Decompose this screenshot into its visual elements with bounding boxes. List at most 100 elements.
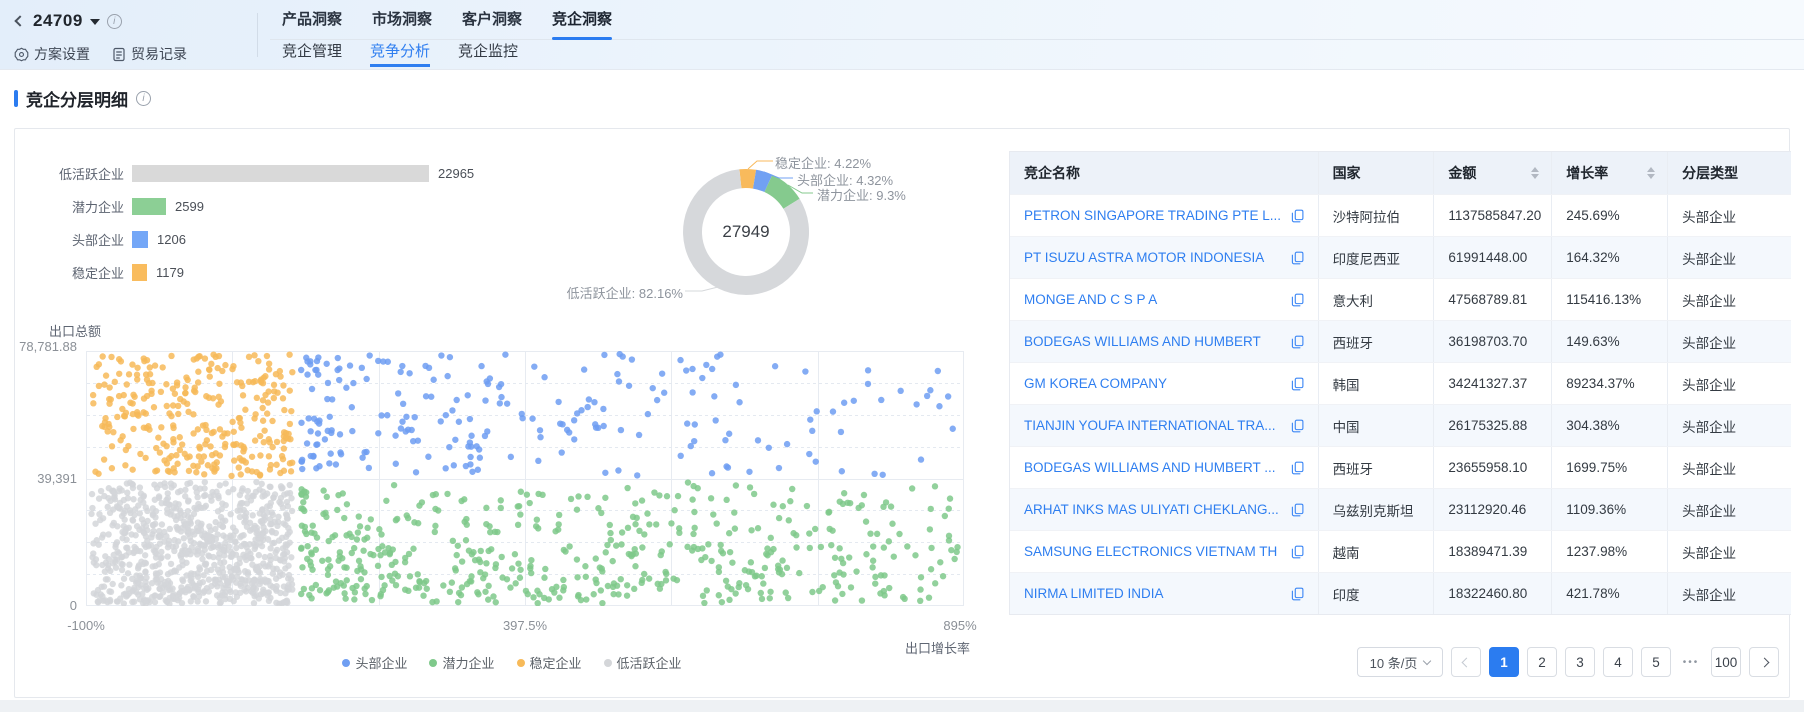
copy-icon[interactable]: [1291, 419, 1304, 433]
amount-text: 26175325.88: [1448, 418, 1527, 433]
cell-company: NIRMA LIMITED INDIA: [1010, 573, 1319, 614]
company-link[interactable]: TIANJIN YOUFA INTERNATIONAL TRA...: [1024, 418, 1285, 433]
plan-title[interactable]: 24709: [33, 11, 83, 31]
copy-icon[interactable]: [1291, 335, 1304, 349]
country-text: 沙特阿拉伯: [1333, 206, 1401, 226]
cell-company: TIANJIN YOUFA INTERNATIONAL TRA...: [1010, 405, 1319, 446]
amount-text: 18322460.80: [1448, 586, 1527, 601]
legend-头部企业[interactable]: 头部企业: [342, 653, 407, 672]
country-text: 乌兹别克斯坦: [1333, 500, 1414, 520]
donut-total: 27949: [696, 222, 796, 242]
back-icon[interactable]: [14, 15, 25, 26]
page-button-5[interactable]: 5: [1641, 647, 1671, 677]
page-size-select[interactable]: 10 条/页: [1357, 647, 1443, 677]
main-tab-竞企洞察[interactable]: 竞企洞察: [552, 0, 612, 40]
page-button-3[interactable]: 3: [1565, 647, 1595, 677]
donut-label-potential: 潜力企业: 9.3%: [817, 185, 906, 204]
next-page-button[interactable]: [1749, 647, 1779, 677]
x-tick-max: 895%: [930, 618, 990, 633]
y-tick-zero: 0: [19, 598, 77, 613]
company-link[interactable]: GM KOREA COMPANY: [1024, 376, 1285, 391]
legend-低活跃企业[interactable]: 低活跃企业: [604, 653, 682, 672]
table-row: TIANJIN YOUFA INTERNATIONAL TRA... 中国 2617…: [1010, 404, 1791, 446]
main-tab-产品洞察[interactable]: 产品洞察: [282, 0, 342, 40]
bar-track: 2599: [132, 198, 204, 215]
sub-tab-竞企监控[interactable]: 竞企监控: [458, 41, 518, 67]
copy-icon[interactable]: [1291, 377, 1304, 391]
page-title: 竞企分层明细: [26, 86, 128, 111]
page-button-4[interactable]: 4: [1603, 647, 1633, 677]
prev-page-button[interactable]: [1451, 647, 1481, 677]
cell-growth: 164.32%: [1552, 237, 1668, 278]
copy-icon[interactable]: [1291, 293, 1304, 307]
page-size-label: 10 条/页: [1370, 653, 1418, 672]
amount-text: 1137585847.20: [1448, 208, 1541, 223]
company-link[interactable]: ARHAT INKS MAS ULIYATI CHEKLANG...: [1024, 502, 1285, 517]
bar-row-低活跃企业: 低活跃企业22965: [29, 157, 499, 190]
company-link[interactable]: NIRMA LIMITED INDIA: [1024, 586, 1285, 601]
sub-tab-竞争分析[interactable]: 竞争分析: [370, 41, 430, 67]
sort-amount-icon[interactable]: [1531, 167, 1539, 179]
cell-company: BODEGAS WILLIAMS AND HUMBERT: [1010, 321, 1319, 362]
cell-growth: 149.63%: [1552, 321, 1668, 362]
copy-icon[interactable]: [1291, 503, 1304, 517]
page-button-2[interactable]: 2: [1527, 647, 1557, 677]
chevron-right-icon: [1759, 657, 1769, 667]
type-text: 头部企业: [1682, 290, 1736, 310]
legend-潜力企业[interactable]: 潜力企业: [429, 653, 494, 672]
country-text: 韩国: [1333, 374, 1360, 394]
cell-country: 中国: [1319, 405, 1435, 446]
company-link[interactable]: MONGE AND C S P A: [1024, 292, 1285, 307]
sort-growth-icon[interactable]: [1647, 167, 1655, 179]
copy-icon[interactable]: [1291, 251, 1304, 265]
page-button-1[interactable]: 1: [1489, 647, 1519, 677]
copy-icon[interactable]: [1291, 209, 1304, 223]
chevron-left-icon: [1461, 657, 1471, 667]
charts-panel: 低活跃企业22965潜力企业2599头部企业1206稳定企业1179 稳定企业:…: [15, 129, 1009, 697]
cell-growth: 115416.13%: [1552, 279, 1668, 320]
copy-icon[interactable]: [1291, 587, 1304, 601]
bar-category-label: 稳定企业: [29, 263, 124, 282]
competitor-layer-card: 低活跃企业22965潜力企业2599头部企业1206稳定企业1179 稳定企业:…: [14, 128, 1790, 698]
cell-amount: 18389471.39: [1434, 531, 1552, 572]
gear-icon: [14, 47, 29, 62]
copy-icon[interactable]: [1291, 461, 1304, 475]
company-link[interactable]: PT ISUZU ASTRA MOTOR INDONESIA: [1024, 250, 1285, 265]
action-方案设置[interactable]: 方案设置: [14, 44, 90, 64]
sub-tab-竞企管理[interactable]: 竞企管理: [282, 41, 342, 67]
main-tab-客户洞察[interactable]: 客户洞察: [462, 0, 522, 40]
chevron-down-icon: [1423, 656, 1431, 664]
cell-amount: 23655958.10: [1434, 447, 1552, 488]
page-button-100[interactable]: 100: [1711, 647, 1741, 677]
caret-down-icon[interactable]: [90, 19, 100, 25]
col-header-growth: 增长率: [1552, 152, 1668, 194]
cell-type: 头部企业: [1668, 321, 1791, 362]
company-link[interactable]: PETRON SINGAPORE TRADING PTE L...: [1024, 208, 1285, 223]
donut-label-lowactive: 低活跃企业: 82.16%: [553, 283, 683, 302]
legend-label: 潜力企业: [442, 653, 494, 672]
action-贸易记录[interactable]: 贸易记录: [112, 44, 187, 64]
info-icon[interactable]: i: [107, 14, 122, 29]
more-pages-icon[interactable]: •••: [1679, 657, 1703, 668]
amount-text: 18389471.39: [1448, 544, 1527, 559]
plan-selector[interactable]: 24709 i: [16, 8, 122, 34]
col-header-country: 国家: [1319, 152, 1435, 194]
cell-country: 越南: [1319, 531, 1435, 572]
company-link[interactable]: BODEGAS WILLIAMS AND HUMBERT: [1024, 334, 1285, 349]
country-text: 意大利: [1333, 290, 1374, 310]
bar-category-label: 潜力企业: [29, 197, 124, 216]
bar-category-label: 头部企业: [29, 230, 124, 249]
company-link[interactable]: SAMSUNG ELECTRONICS VIETNAM TH: [1024, 544, 1285, 559]
cell-growth: 1109.36%: [1552, 489, 1668, 530]
quick-actions: 方案设置 贸易记录: [14, 40, 187, 68]
company-link[interactable]: BODEGAS WILLIAMS AND HUMBERT ...: [1024, 460, 1285, 475]
table-panel: 竞企名称 国家 金额 增长率 分层类型 PETRON SINGAPORE TRA…: [1009, 129, 1791, 697]
bar-value-label: 2599: [175, 199, 204, 214]
cell-company: GM KOREA COMPANY: [1010, 363, 1319, 404]
country-text: 印度尼西亚: [1333, 248, 1401, 268]
bar-低活跃企业: [132, 165, 429, 182]
main-tab-市场洞察[interactable]: 市场洞察: [372, 0, 432, 40]
title-info-icon[interactable]: i: [136, 91, 151, 106]
legend-稳定企业[interactable]: 稳定企业: [517, 653, 582, 672]
copy-icon[interactable]: [1291, 545, 1304, 559]
